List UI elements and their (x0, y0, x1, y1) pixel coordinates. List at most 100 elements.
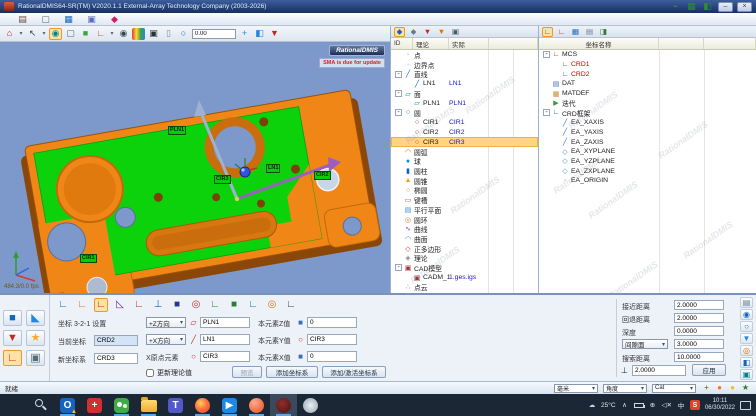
expander-icon[interactable]: - (395, 109, 402, 116)
tree-row[interactable]: ○CIR1CIR1 (391, 118, 538, 128)
caret-down-icon[interactable]: ▾ (18, 28, 24, 40)
strip-report-icon[interactable]: ▤ (740, 297, 753, 308)
probe-angle-icon[interactable]: ▼ (3, 330, 22, 346)
machine-panel-icon[interactable]: ▦ (685, 1, 698, 13)
battery-icon[interactable] (634, 403, 644, 408)
security-shield-icon[interactable]: + (81, 394, 108, 416)
tree-row[interactable]: -○圆 (391, 108, 538, 118)
probe-dia-field[interactable] (632, 365, 686, 376)
csys-frame-icon[interactable]: ∟ (208, 298, 222, 312)
update-theoretical-checkbox[interactable]: 更新理论值 (146, 368, 192, 378)
tree-row[interactable]: -∟CRD框架 (539, 108, 756, 118)
tree-row[interactable]: ▭键槽 (391, 195, 538, 205)
tree-row[interactable]: ◇正多边形 (391, 244, 538, 254)
3d-viewport[interactable]: PLN1 LN1 CIR3 CIR2 CIR1 RationalDMIS SMA… (0, 42, 390, 293)
probe-tab-icon[interactable]: ◆ (408, 27, 419, 37)
csys-bestfit-icon[interactable]: ◺ (113, 298, 127, 312)
tree-row[interactable]: ▦MATDEF (539, 89, 756, 99)
angle-select[interactable]: 角度▾ (603, 384, 647, 393)
teams-icon[interactable]: T (162, 394, 189, 416)
probe-position-icon[interactable]: ◣ (26, 310, 45, 326)
coords-tab-icon[interactable]: ∟ (542, 27, 553, 37)
tree-row[interactable]: ◇EA_XYPLANE (539, 147, 756, 157)
sma-update-alert[interactable]: SMA is due for update (319, 58, 385, 68)
orange-ball-app-icon[interactable] (243, 394, 270, 416)
machine-tab-icon[interactable]: ▤ (16, 13, 29, 25)
status-clock-icon[interactable]: ● (727, 383, 738, 393)
paper-plane-app-icon[interactable]: ▶ (216, 394, 243, 416)
cat-select[interactable]: Cat▾ (652, 384, 696, 393)
units-select[interactable]: 毫米▾ (554, 384, 598, 393)
color-map-icon[interactable] (132, 28, 145, 40)
eye-icon[interactable]: ◉ (117, 28, 130, 40)
elem-z-field[interactable] (307, 317, 357, 328)
clearance-plane-select[interactable]: 间隙面▾ (622, 339, 668, 349)
tree-row[interactable]: ▲圆锥 (391, 176, 538, 186)
axis-display-icon[interactable]: ∟ (94, 28, 107, 40)
tree-row[interactable]: ○椭圆 (391, 186, 538, 196)
tree-row[interactable]: ∿曲线 (391, 224, 538, 234)
camera-icon[interactable]: ▣ (147, 28, 160, 40)
strip-settings-icon[interactable]: ◎ (740, 345, 753, 356)
x-feature-field[interactable] (200, 334, 250, 345)
tree-row[interactable]: ▮圆柱 (391, 166, 538, 176)
csys-axis-icon[interactable]: ∟ (132, 298, 146, 312)
retract-dist-field[interactable] (674, 313, 724, 323)
taskbar-clock[interactable]: 10:11 06/30/2022 (705, 398, 735, 412)
tree-row[interactable]: ○CIR3CIR3 (391, 137, 538, 147)
expander-icon[interactable]: - (543, 51, 550, 58)
home-view-icon[interactable]: ⌂ (3, 28, 16, 40)
tree-row[interactable]: ╱EA_YAXIS (539, 128, 756, 138)
csys-cube-icon[interactable]: ■ (170, 298, 184, 312)
strip-touch-icon[interactable]: ▼ (740, 333, 753, 344)
select-arrow-icon[interactable]: ↖ (26, 28, 39, 40)
zoom-scale-icon[interactable]: ○ (177, 28, 190, 40)
strip-search-icon[interactable]: ○ (740, 321, 753, 332)
table-tab-icon[interactable]: ▦ (62, 13, 75, 25)
search-dist-field[interactable] (674, 352, 724, 362)
tree-row[interactable]: ◇EA_YZPLANE (539, 157, 756, 167)
clearance-field[interactable] (674, 339, 724, 349)
view-cube-icon[interactable]: ◧ (253, 28, 266, 40)
z-feature-field[interactable] (200, 317, 250, 328)
tree-row[interactable]: -▣CAD模型 (391, 263, 538, 273)
print-tab-icon[interactable]: ▤ (584, 27, 595, 37)
start-button[interactable] (0, 394, 27, 416)
shaded-view-icon[interactable]: ■ (79, 28, 92, 40)
circle1-label[interactable]: CIR1 (80, 254, 97, 263)
tree-row[interactable]: ▤DAT (539, 79, 756, 89)
ime-indicator[interactable]: 中 (677, 400, 685, 410)
zoom-scale-input[interactable] (192, 29, 236, 39)
elem-x-field[interactable] (307, 351, 357, 362)
machine-home-icon[interactable]: ◧ (701, 1, 714, 13)
preview-button[interactable]: 预览 (232, 366, 262, 378)
tree-row[interactable]: ╱LN1LN1 (391, 79, 538, 89)
probe-library-icon[interactable]: ■ (3, 310, 22, 326)
search-button[interactable] (27, 394, 54, 416)
file-explorer-icon[interactable] (135, 394, 162, 416)
csys-321-icon[interactable]: ∟ (94, 298, 108, 312)
expander-icon[interactable]: - (543, 109, 550, 116)
display-tab-icon[interactable]: ▣ (450, 27, 461, 37)
strip-move-icon[interactable]: ◧ (740, 357, 753, 368)
csys-plane-icon[interactable]: ⊥ (151, 298, 165, 312)
wechat-icon[interactable] (108, 394, 135, 416)
circle3-label[interactable]: CIR3 (214, 175, 231, 184)
probe-group-icon[interactable]: ▼ (268, 28, 281, 40)
volume-muted-icon[interactable]: ◁✕ (662, 401, 672, 409)
csys-tool-icon[interactable]: ∟ (3, 350, 22, 366)
box-select-icon[interactable]: ▢ (64, 28, 77, 40)
filter-orange-tab-icon[interactable]: ▼ (436, 27, 447, 37)
z-direction-select[interactable]: +Z方向▾ (146, 317, 186, 328)
move-cross-icon[interactable]: + (238, 28, 251, 40)
firefox-icon[interactable] (189, 394, 216, 416)
depth-field[interactable] (674, 326, 724, 336)
tree-row[interactable]: ◠曲面 (391, 234, 538, 244)
minimize-button[interactable]: – (718, 2, 733, 12)
machine-connect-icon[interactable]: ⌁ (669, 1, 682, 13)
grid-tab-icon[interactable]: ▦ (570, 27, 581, 37)
add-csys-button[interactable]: 添加坐标系 (266, 366, 318, 378)
filter-red-tab-icon[interactable]: ▼ (422, 27, 433, 37)
tree-row[interactable]: ◈理论 (391, 253, 538, 263)
tree-row[interactable]: ▶迭代 (539, 98, 756, 108)
